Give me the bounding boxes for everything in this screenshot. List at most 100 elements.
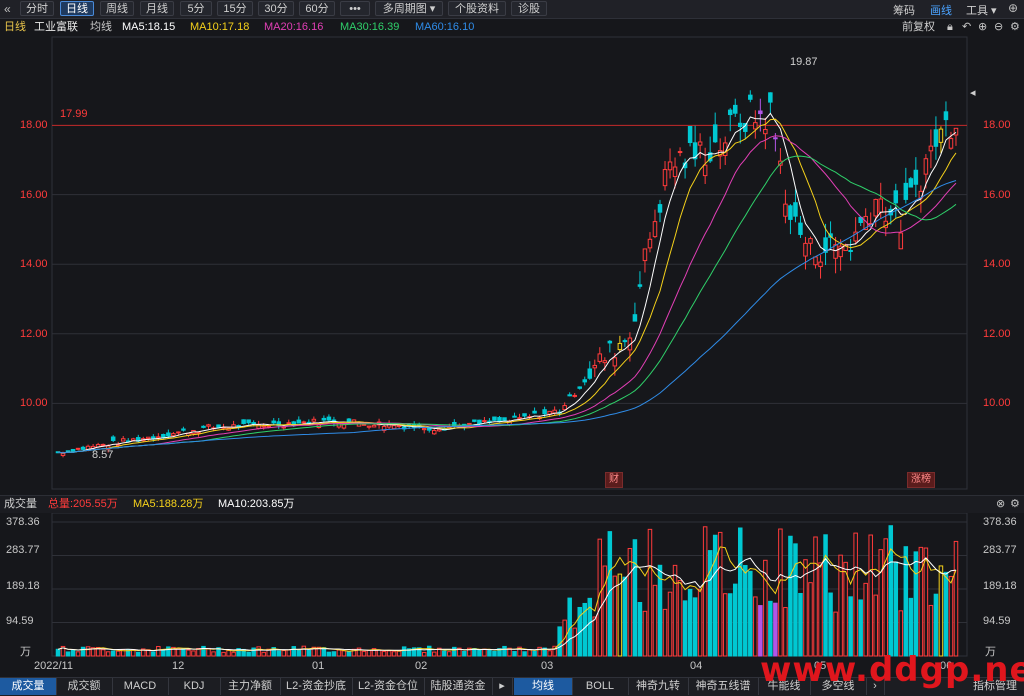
volume-bar [115, 650, 121, 657]
volume-bar [105, 651, 111, 657]
close-panel-icon[interactable]: ⊗ [996, 496, 1005, 513]
volume-bar [813, 536, 818, 657]
volume-bar [727, 593, 733, 657]
candle-body [120, 438, 126, 442]
candle-body [652, 221, 658, 238]
candle-body [206, 424, 211, 427]
tab-l2-position[interactable]: L2-资金仓位 [352, 678, 425, 695]
tab-main-net[interactable]: 主力净额 [220, 678, 281, 695]
tab-volume[interactable]: 成交量 [0, 678, 57, 695]
candle-body [65, 450, 71, 453]
tab-scroll-right-icon[interactable]: ▸ [492, 678, 513, 695]
ma20-line [57, 135, 957, 454]
vol-tick-left-1: 378.36 [6, 516, 40, 528]
volume-bar [753, 596, 758, 657]
volume-bar [512, 651, 517, 657]
volume-bar [442, 650, 447, 657]
candle-body [502, 417, 507, 421]
candle-body [196, 431, 201, 434]
tab-kdj[interactable]: KDJ [168, 678, 221, 695]
volume-bar [647, 528, 653, 657]
volume-bar [527, 649, 532, 657]
volume-bar [828, 592, 833, 657]
panel-settings-icon[interactable]: ⚙ [1010, 496, 1020, 513]
volume-bar [221, 651, 226, 657]
candle-body [477, 419, 482, 425]
candle-body [697, 141, 703, 146]
candle-body [467, 422, 472, 425]
candle-body [60, 453, 66, 456]
candle-body [798, 222, 803, 235]
candle-body [833, 244, 838, 259]
volume-bar [697, 588, 703, 657]
volume-bar [682, 600, 688, 657]
candle-body [953, 127, 959, 136]
volume-bar [908, 597, 914, 657]
candle-body [522, 413, 527, 417]
candle-body [166, 432, 171, 437]
price-tick-left-14: 14.00 [20, 258, 48, 270]
volume-bar [933, 593, 939, 657]
volume-bar [662, 608, 668, 657]
candle-body [532, 410, 537, 414]
candle-body [577, 386, 582, 389]
volume-bar [712, 534, 718, 657]
tab-nine-turn[interactable]: 神奇九转 [628, 678, 689, 695]
volume-bar [953, 540, 959, 657]
candle-body [672, 166, 678, 178]
tab-l2-bottom[interactable]: L2-资金抄底 [280, 678, 353, 695]
vol-unit-left: 万 [20, 646, 31, 658]
tab-macd[interactable]: MACD [112, 678, 169, 695]
candle-body [873, 198, 878, 217]
vol-tick-right-4: 94.59 [983, 615, 1011, 627]
volume-bar [421, 651, 427, 657]
volume-bar [487, 650, 492, 657]
candle-body [758, 110, 763, 115]
candle-body [702, 164, 708, 177]
volume-bar [70, 649, 76, 657]
candle-body [572, 394, 577, 397]
candle-body [512, 415, 517, 418]
volume-bar [366, 649, 372, 657]
volume-bar [943, 571, 949, 657]
vol-tick-left-2: 283.77 [6, 544, 40, 556]
volume-bar [888, 525, 894, 657]
tab-northbound[interactable]: 陆股通资金 [424, 678, 493, 695]
date-label-jan: 01 [312, 660, 325, 672]
volume-bar [687, 588, 693, 657]
candle-body [803, 242, 808, 257]
candle-body [938, 128, 944, 143]
volume-bar [281, 650, 287, 657]
volume-bar [667, 591, 673, 657]
current-price-arrow-icon: ◂ [970, 87, 976, 99]
volume-bar [823, 534, 828, 657]
high-price-label: 19.87 [790, 56, 818, 68]
volume-bar [918, 546, 924, 657]
tab-ma[interactable]: 均线 [514, 678, 573, 695]
kline-chart[interactable] [0, 0, 1024, 660]
candle-body [813, 256, 818, 266]
tab-turnover[interactable]: 成交额 [56, 678, 113, 695]
candle-body [687, 126, 693, 144]
volume-bar [873, 594, 878, 657]
candle-body [100, 443, 106, 446]
candle-body [662, 169, 668, 187]
volume-bar [773, 602, 778, 657]
volume-bar [818, 562, 823, 657]
limit-up-tag[interactable]: 涨榜 [907, 472, 935, 488]
volume-bar [261, 651, 266, 657]
volume-ma10: MA10:203.85万 [218, 498, 295, 510]
price-tick-right-18: 18.00 [983, 119, 1011, 131]
candle-body [763, 128, 768, 135]
volume-bar [642, 610, 648, 657]
candle-body [818, 261, 823, 268]
financial-report-tag[interactable]: 财 [605, 472, 623, 488]
date-label-feb: 02 [415, 660, 428, 672]
candle-body [130, 438, 136, 442]
volume-bar [602, 565, 608, 657]
tab-boll[interactable]: BOLL [572, 678, 629, 695]
candle-body [923, 158, 929, 175]
volume-title[interactable]: 成交量 [4, 496, 37, 513]
candle-body [241, 419, 246, 424]
tab-five-lines[interactable]: 神奇五线谱 [688, 678, 759, 695]
